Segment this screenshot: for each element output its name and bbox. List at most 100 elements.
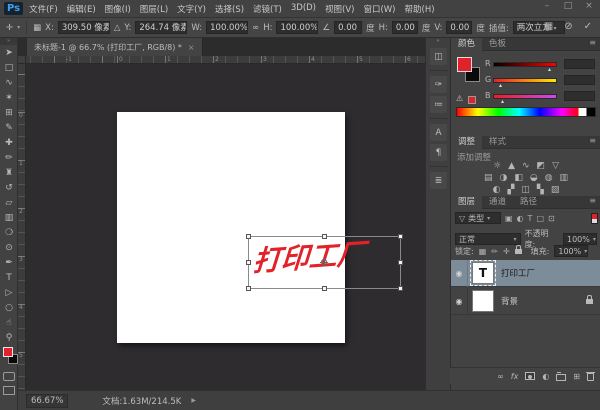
clone-stamp-tool[interactable]: ♜ xyxy=(0,165,18,180)
gradient-tool[interactable]: ▥ xyxy=(0,210,18,225)
menu-help[interactable]: 帮助(H) xyxy=(405,3,435,15)
adjustment-icon[interactable]: ▥ xyxy=(560,173,569,183)
eyedropper-tool[interactable]: ✎ xyxy=(0,120,18,135)
visibility-eye-icon[interactable]: ◉ xyxy=(451,259,468,287)
blue-value-field[interactable] xyxy=(564,91,595,101)
lock-image-pixels-icon[interactable]: ✏ xyxy=(491,247,498,256)
dodge-tool[interactable]: ⊙ xyxy=(0,240,18,255)
y-input[interactable]: 264.74 像素 xyxy=(135,21,188,34)
document-canvas[interactable]: 打印工厂 xyxy=(117,112,403,343)
blend-mode-select[interactable]: 正常 ▾ xyxy=(455,233,521,245)
transform-handle-top-center[interactable] xyxy=(322,234,327,239)
clone-source-panel-icon[interactable]: ≔ xyxy=(430,96,447,113)
brush-tool[interactable]: ✏ xyxy=(0,150,18,165)
visibility-eye-icon[interactable]: ◉ xyxy=(451,287,468,315)
layer-name[interactable]: 背景 xyxy=(501,295,518,307)
blue-slider[interactable]: ▴ xyxy=(493,94,557,105)
status-options-arrow-icon[interactable]: ▶ xyxy=(191,397,196,404)
paragraph-panel-icon[interactable]: ¶ xyxy=(430,144,447,161)
type-tool[interactable]: T xyxy=(0,270,18,285)
layer-style-icon[interactable]: fx xyxy=(511,372,519,381)
quick-selection-tool[interactable]: ✶ xyxy=(0,90,18,105)
transform-handle-middle-right[interactable] xyxy=(398,260,403,265)
tool-preset-icon[interactable]: ✛ xyxy=(6,23,13,33)
canvas-logo-text[interactable]: 打印工厂 xyxy=(252,237,366,278)
zoom-tool[interactable]: ⚲ xyxy=(0,330,18,345)
quick-mask-icon[interactable] xyxy=(3,372,15,381)
adjustment-icon[interactable]: ◍ xyxy=(545,173,553,183)
menu-3d[interactable]: 3D(D) xyxy=(291,3,316,15)
menu-window[interactable]: 窗口(W) xyxy=(363,3,395,15)
shape-tool[interactable]: ○ xyxy=(0,300,18,315)
adjustment-icon[interactable]: ◩ xyxy=(537,161,546,171)
path-selection-tool[interactable]: ▷ xyxy=(0,285,18,300)
menu-view[interactable]: 视图(V) xyxy=(325,3,354,15)
link-layers-icon[interactable]: ∞ xyxy=(497,372,504,381)
panel-menu-icon[interactable]: ≡ xyxy=(589,38,596,47)
move-tool[interactable]: ➤ xyxy=(0,45,18,60)
tab-paths[interactable]: 路径 xyxy=(513,196,544,209)
red-value-field[interactable] xyxy=(564,59,595,69)
commit-transform-icon[interactable]: ✓ xyxy=(584,21,592,32)
blue-slider-thumb-icon[interactable]: ▴ xyxy=(501,98,504,105)
add-layer-mask-icon[interactable] xyxy=(525,372,536,380)
hskew-input[interactable]: 0.00 xyxy=(391,21,418,34)
crop-tool[interactable]: ⊞ xyxy=(0,105,18,120)
new-group-icon[interactable] xyxy=(556,372,567,381)
menu-filter[interactable]: 滤镜(T) xyxy=(253,3,282,15)
tool-preset-arrow-icon[interactable]: ▾ xyxy=(17,24,20,31)
adjustment-icon[interactable]: ◑ xyxy=(499,173,507,183)
adjustment-icon[interactable]: ▽ xyxy=(552,161,559,171)
dock-collapse-icon[interactable]: » xyxy=(426,38,450,46)
minimize-button[interactable]: – xyxy=(540,1,554,11)
filter-type-layers-icon[interactable]: T xyxy=(528,214,533,223)
transform-reference-point[interactable] xyxy=(320,258,328,266)
healing-brush-tool[interactable]: ✚ xyxy=(0,135,18,150)
layer-filter-toggle[interactable] xyxy=(591,212,598,224)
adjustment-icon[interactable]: ∿ xyxy=(522,161,530,171)
tab-color[interactable]: 颜色 xyxy=(451,37,483,51)
foreground-color-swatch[interactable] xyxy=(3,347,13,357)
panel-menu-icon[interactable]: ≡ xyxy=(589,196,596,205)
menu-edit[interactable]: 编辑(E) xyxy=(67,3,96,15)
screen-mode-icon[interactable] xyxy=(3,386,15,395)
transform-handle-middle-left[interactable] xyxy=(246,260,251,265)
h-input[interactable]: 100.00% xyxy=(276,21,319,34)
x-input[interactable]: 309.50 像素 xyxy=(57,21,110,34)
adjustment-icon[interactable]: ◫ xyxy=(521,185,530,195)
color-foreground-swatch[interactable] xyxy=(457,57,472,72)
layer-row-text[interactable]: ◉ T 打印工厂 xyxy=(451,259,600,287)
fill-field[interactable]: 100% ▾ xyxy=(554,245,589,257)
delta-icon[interactable]: △ xyxy=(114,23,121,33)
link-dimensions-icon[interactable]: ∞ xyxy=(252,23,259,33)
filter-shape-layers-icon[interactable]: □ xyxy=(536,214,544,223)
adjustment-icon[interactable]: ▚ xyxy=(537,185,544,195)
layer-name[interactable]: 打印工厂 xyxy=(501,267,535,279)
red-slider[interactable]: ▴ xyxy=(493,62,557,73)
hand-tool[interactable]: ☝ xyxy=(0,315,18,330)
layer-row-background[interactable]: ◉ 背景 xyxy=(451,287,600,315)
text-layer-thumbnail[interactable]: T xyxy=(470,260,496,286)
close-button[interactable]: × xyxy=(582,1,596,11)
red-slider-thumb-icon[interactable]: ▴ xyxy=(548,66,551,73)
adjustment-icon[interactable]: ▨ xyxy=(551,185,560,195)
gamut-color-cube[interactable] xyxy=(468,96,476,104)
character-panel-icon[interactable]: A xyxy=(430,124,447,141)
opacity-field[interactable]: 100% ▾ xyxy=(563,233,597,245)
maximize-button[interactable]: □ xyxy=(561,1,575,11)
lock-position-icon[interactable]: ✛ xyxy=(503,247,510,256)
tab-channels[interactable]: 通道 xyxy=(482,196,513,209)
new-adjustment-layer-icon[interactable]: ◐ xyxy=(542,372,549,381)
green-value-field[interactable] xyxy=(564,75,595,85)
swatches-panel-icon[interactable]: ◫ xyxy=(430,48,447,65)
adjustment-icon[interactable]: ▲ xyxy=(508,161,515,171)
horizontal-ruler[interactable]: -1 0 1 2 3 4 5 6 xyxy=(26,56,425,64)
w-input[interactable]: 100.00% xyxy=(206,21,249,34)
transform-handle-bottom-left[interactable] xyxy=(246,286,251,291)
delete-layer-icon[interactable] xyxy=(586,372,595,381)
marquee-tool[interactable]: □ xyxy=(0,60,18,75)
layer-filter-select[interactable]: ▽ 类型 ▾ xyxy=(455,212,501,224)
lasso-tool[interactable]: ∿ xyxy=(0,75,18,90)
cancel-transform-icon[interactable]: ⊘ xyxy=(564,21,572,32)
transform-handle-bottom-center[interactable] xyxy=(322,286,327,291)
